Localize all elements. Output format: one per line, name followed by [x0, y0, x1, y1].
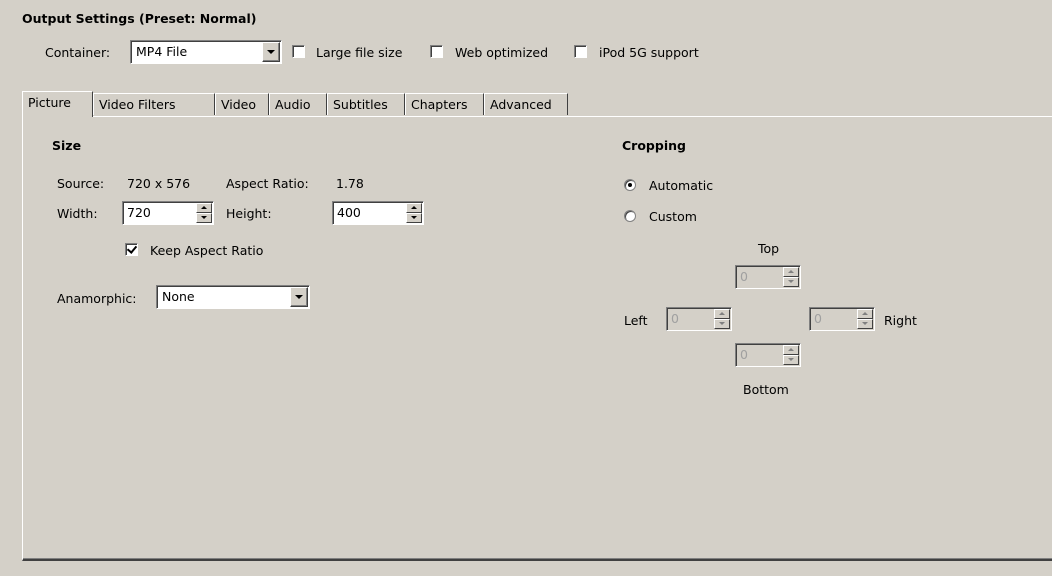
- chevron-down-icon[interactable]: [290, 287, 308, 307]
- large-file-checkbox[interactable]: [292, 45, 305, 58]
- height-spinbox[interactable]: 400: [332, 201, 424, 225]
- crop-left-value: 0: [671, 311, 679, 326]
- large-file-label: Large file size: [316, 45, 403, 60]
- crop-left-down-arrow-icon[interactable]: [714, 319, 730, 329]
- width-up-arrow-icon[interactable]: [196, 203, 212, 213]
- cropping-section-title: Cropping: [622, 138, 686, 153]
- ipod-label: iPod 5G support: [599, 45, 699, 60]
- tab-advanced[interactable]: Advanced: [484, 93, 568, 115]
- width-down-arrow-icon[interactable]: [196, 213, 212, 223]
- aspect-ratio-value: 1.78: [336, 176, 364, 191]
- crop-left-spinbox[interactable]: 0: [666, 307, 732, 331]
- width-label: Width:: [57, 206, 98, 221]
- window-top-edge: [0, 0, 1052, 2]
- crop-left-up-arrow-icon[interactable]: [714, 309, 730, 319]
- crop-bottom-label: Bottom: [743, 382, 789, 397]
- width-spinbox[interactable]: 720: [122, 201, 214, 225]
- crop-bottom-spinbox[interactable]: 0: [735, 343, 801, 367]
- crop-right-spinbox[interactable]: 0: [809, 307, 875, 331]
- web-optimized-checkbox[interactable]: [430, 45, 443, 58]
- chevron-down-icon[interactable]: [262, 42, 280, 62]
- container-dropdown[interactable]: MP4 File: [130, 40, 282, 64]
- height-label: Height:: [226, 206, 272, 221]
- crop-bottom-value: 0: [740, 347, 748, 362]
- tab-video-filters[interactable]: Video Filters: [93, 93, 215, 115]
- keep-aspect-checkbox[interactable]: [125, 243, 138, 256]
- width-value: 720: [127, 205, 151, 220]
- crop-top-value: 0: [740, 269, 748, 284]
- anamorphic-value: None: [162, 289, 195, 304]
- custom-radio[interactable]: [624, 210, 636, 222]
- crop-left-label: Left: [624, 313, 648, 328]
- container-label: Container:: [45, 45, 111, 60]
- container-value: MP4 File: [136, 44, 188, 59]
- automatic-radio[interactable]: [624, 179, 636, 191]
- crop-bottom-down-arrow-icon[interactable]: [783, 355, 799, 365]
- crop-top-spinbox[interactable]: 0: [735, 265, 801, 289]
- crop-top-label: Top: [758, 241, 780, 256]
- crop-bottom-up-arrow-icon[interactable]: [783, 345, 799, 355]
- automatic-label: Automatic: [649, 178, 714, 193]
- tab-audio[interactable]: Audio: [269, 93, 327, 115]
- tab-picture[interactable]: Picture: [22, 91, 93, 117]
- crop-right-up-arrow-icon[interactable]: [857, 309, 873, 319]
- source-label: Source:: [57, 176, 105, 191]
- crop-right-label: Right: [884, 313, 917, 328]
- tab-video[interactable]: Video: [215, 93, 269, 115]
- output-settings-title: Output Settings (Preset: Normal): [22, 11, 257, 26]
- web-optimized-label: Web optimized: [455, 45, 549, 60]
- height-down-arrow-icon[interactable]: [406, 213, 422, 223]
- source-value: 720 x 576: [127, 176, 191, 191]
- size-section-title: Size: [52, 138, 82, 153]
- anamorphic-label: Anamorphic:: [57, 291, 137, 306]
- tab-chapters[interactable]: Chapters: [405, 93, 484, 115]
- anamorphic-dropdown[interactable]: None: [156, 285, 310, 309]
- custom-label: Custom: [649, 209, 697, 224]
- ipod-checkbox[interactable]: [574, 45, 587, 58]
- crop-right-value: 0: [814, 311, 822, 326]
- keep-aspect-label: Keep Aspect Ratio: [150, 243, 264, 258]
- height-value: 400: [337, 205, 361, 220]
- crop-top-up-arrow-icon[interactable]: [783, 267, 799, 277]
- height-up-arrow-icon[interactable]: [406, 203, 422, 213]
- crop-top-down-arrow-icon[interactable]: [783, 277, 799, 287]
- tab-subtitles[interactable]: Subtitles: [327, 93, 405, 115]
- crop-right-down-arrow-icon[interactable]: [857, 319, 873, 329]
- aspect-ratio-label: Aspect Ratio:: [226, 176, 309, 191]
